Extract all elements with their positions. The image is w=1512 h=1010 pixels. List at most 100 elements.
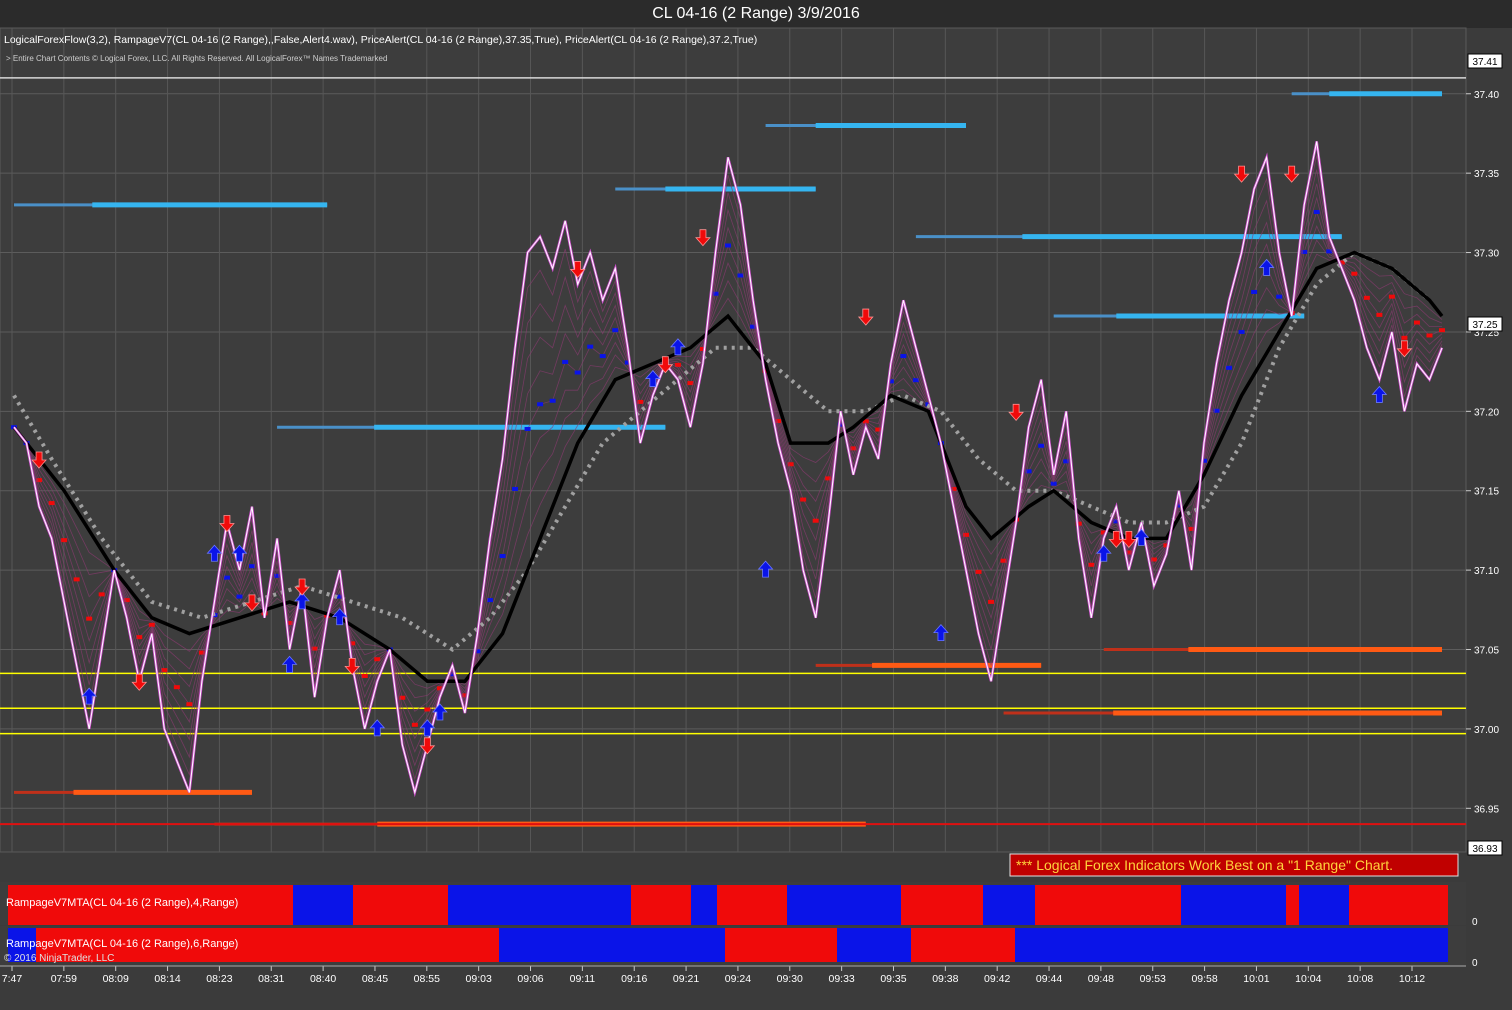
x-tick-label: 10:12 — [1399, 973, 1425, 985]
x-tick-label: 09:24 — [725, 973, 751, 985]
ribbon-dot — [1276, 294, 1283, 299]
x-tick-label: 08:40 — [310, 973, 336, 985]
panel1-block — [787, 885, 901, 925]
panel1-block — [1181, 885, 1286, 925]
panel1-label: RampageV7MTA(CL 04-16 (2 Range),4,Range) — [6, 897, 238, 909]
ribbon-dot — [1238, 329, 1245, 334]
x-tick-label: 09:11 — [570, 973, 596, 985]
ribbon-dot — [1439, 328, 1445, 333]
panel1-block — [983, 885, 1035, 925]
ribbon-dot — [988, 599, 995, 604]
x-tick-label: 08:31 — [258, 973, 284, 985]
ribbon-dot — [900, 354, 907, 359]
panel1-block — [1299, 885, 1349, 925]
panel2-block — [499, 928, 725, 962]
y-tick-label: 37.20 — [1474, 407, 1499, 418]
price-chart[interactable]: 36.95 37.00 37.05 37.10 37.15 37.20 37.25 37.30… — [0, 0, 1512, 1010]
ribbon-dot — [537, 402, 544, 407]
x-tick-label: 10:08 — [1347, 973, 1373, 985]
x-tick-label: 09:33 — [828, 973, 854, 985]
x-tick-label: 09:58 — [1191, 973, 1217, 985]
x-tick-label: 10:01 — [1243, 973, 1269, 985]
x-tick-label: 10:04 — [1295, 973, 1321, 985]
ribbon-dot — [411, 722, 418, 727]
ribbon-dot — [1363, 295, 1370, 300]
bottom-price-tag: 36.93 — [1467, 840, 1503, 856]
ribbon-dot — [737, 273, 744, 278]
y-tick-label: 36.95 — [1474, 804, 1499, 815]
current-price-tag: 37.25 — [1467, 316, 1503, 332]
ribbon-dot — [725, 243, 731, 248]
ribbon-dot — [574, 370, 581, 375]
panel1-block — [1035, 885, 1181, 925]
ninjatrader-copyright: © 2016 NinjaTrader, LLC — [4, 953, 114, 964]
ribbon-dot — [512, 486, 519, 491]
ribbon-dot — [173, 685, 180, 690]
x-tick-label: 09:30 — [777, 973, 803, 985]
x-tick-label: 09:42 — [984, 973, 1010, 985]
x-tick-label: 7:47 — [2, 973, 23, 985]
x-tick-label: 09:35 — [880, 973, 906, 985]
ribbon-dot — [223, 575, 230, 580]
ribbon-dot — [587, 344, 594, 349]
ribbon-dot — [86, 616, 93, 621]
panel1-block — [631, 885, 691, 925]
panel1-block — [293, 885, 353, 925]
ribbon-dot — [1351, 271, 1358, 276]
panel1-block — [448, 885, 631, 925]
ribbon-dot — [48, 501, 55, 506]
notice-banner: *** Logical Forex Indicators Work Best o… — [1009, 853, 1459, 877]
ribbon-dot — [61, 538, 68, 543]
top-price-label: 37.41 — [1472, 57, 1497, 68]
ribbon-dot — [1413, 320, 1420, 325]
x-tick-label: 09:21 — [673, 973, 699, 985]
ribbon-dot — [361, 673, 368, 678]
y-tick-label: 37.15 — [1474, 487, 1499, 498]
ribbon-dot — [1038, 443, 1045, 448]
notice-text: *** Logical Forex Indicators Work Best o… — [1016, 857, 1393, 873]
ribbon-dot — [374, 657, 381, 662]
y-tick-label: 37.35 — [1474, 169, 1499, 180]
x-tick-label: 08:55 — [414, 973, 440, 985]
ribbon-dot — [186, 702, 193, 707]
panel2-block — [1015, 928, 1448, 962]
y-tick-label: 37.10 — [1474, 566, 1499, 577]
ribbon-dot — [800, 497, 807, 502]
ribbon-dot — [73, 577, 80, 582]
x-tick-label: 09:16 — [621, 973, 647, 985]
panel2-zero: 0 — [1472, 958, 1478, 969]
panel2-block — [837, 928, 911, 962]
x-tick-label: 08:09 — [103, 973, 129, 985]
indicator-legend: LogicalForexFlow(3,2), RampageV7(CL 04-1… — [4, 34, 757, 46]
ribbon-dot — [1376, 312, 1383, 317]
ribbon-dot — [1251, 289, 1258, 294]
panel1-block — [1349, 885, 1448, 925]
ribbon-dot — [1426, 333, 1433, 338]
panel1-block — [353, 885, 448, 925]
panel2-label: RampageV7MTA(CL 04-16 (2 Range),6,Range) — [6, 938, 238, 950]
ribbon-dot — [1401, 335, 1408, 340]
x-tick-label: 08:14 — [154, 973, 180, 985]
x-tick-label: 08:45 — [362, 973, 388, 985]
ribbon-dot — [424, 707, 431, 712]
bottom-price-label: 36.93 — [1472, 844, 1497, 855]
x-tick-label: 07:59 — [51, 973, 77, 985]
ribbon-dot — [1388, 294, 1395, 299]
x-tick-label: 08:23 — [206, 973, 232, 985]
ribbon-dot — [98, 592, 105, 597]
x-tick-label: 09:48 — [1088, 973, 1114, 985]
x-tick-label: 09:03 — [466, 973, 492, 985]
ribbon-dot — [812, 518, 819, 523]
panel1-block — [717, 885, 787, 925]
panel1-zero: 0 — [1472, 917, 1478, 928]
x-tick-label: 09:44 — [1036, 973, 1062, 985]
panel1-block — [1286, 885, 1299, 925]
ribbon-dot — [562, 359, 569, 364]
current-price-label: 37.25 — [1472, 320, 1497, 331]
ribbon-dot — [599, 354, 606, 359]
x-tick-label: 09:53 — [1140, 973, 1166, 985]
ribbon-dot — [549, 398, 556, 403]
ribbon-dot — [975, 569, 982, 574]
top-price-tag: 37.41 — [1467, 53, 1503, 69]
panel1-block — [901, 885, 983, 925]
